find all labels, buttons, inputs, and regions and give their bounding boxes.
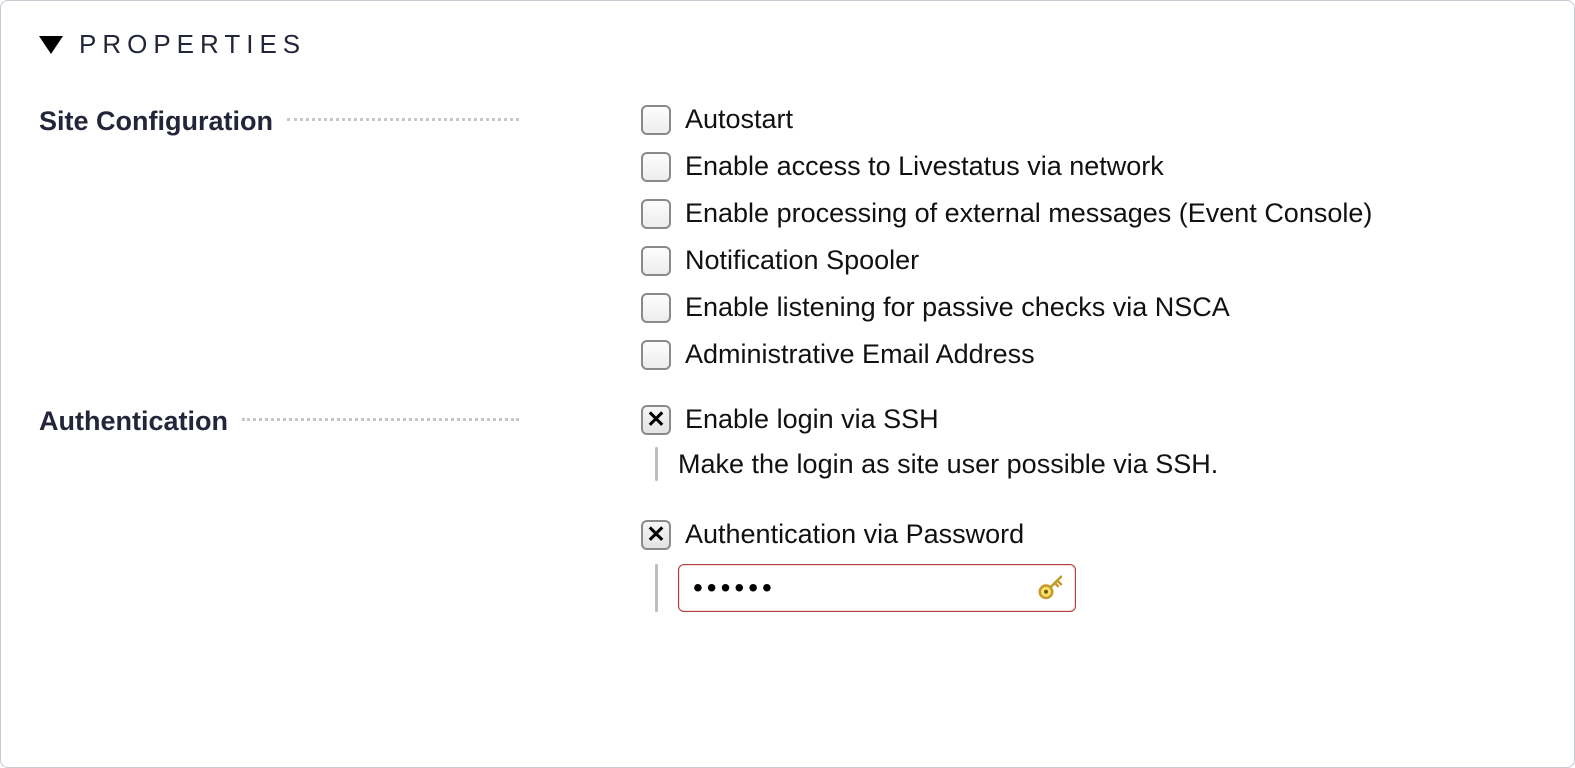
checkbox-autostart[interactable]: [641, 105, 671, 135]
option-label: Enable listening for passive checks via …: [685, 292, 1230, 323]
group-label-text: Authentication: [39, 406, 228, 437]
checkbox-event-console[interactable]: [641, 199, 671, 229]
group-label: Authentication: [39, 404, 519, 437]
password-input-line: [655, 562, 1516, 614]
option-label: Enable login via SSH: [685, 404, 939, 435]
section-header[interactable]: PROPERTIES: [39, 29, 1536, 60]
properties-panel: PROPERTIES Site Configuration Autostart …: [0, 0, 1575, 768]
checkbox-ssh-login[interactable]: ✕: [641, 405, 671, 435]
checkbox-admin-email[interactable]: [641, 340, 671, 370]
option-event-console: Enable processing of external messages (…: [641, 198, 1516, 229]
checkbox-nsca[interactable]: [641, 293, 671, 323]
x-mark-icon: ✕: [646, 523, 665, 546]
checkbox-notification-spooler[interactable]: [641, 246, 671, 276]
ssh-help-line: Make the login as site user possible via…: [655, 447, 1516, 481]
option-ssh-login: ✕ Enable login via SSH: [641, 404, 1516, 435]
dotted-leader: [287, 118, 519, 121]
option-autostart: Autostart: [641, 104, 1516, 135]
option-label: Autostart: [685, 104, 793, 135]
checkbox-auth-password[interactable]: ✕: [641, 520, 671, 550]
checkbox-livestatus[interactable]: [641, 152, 671, 182]
group-authentication: Authentication ✕ Enable login via SSH Ma…: [39, 404, 1536, 622]
section-title: PROPERTIES: [79, 29, 306, 60]
option-label: Authentication via Password: [685, 519, 1024, 550]
option-notification-spooler: Notification Spooler: [641, 245, 1516, 276]
option-label: Notification Spooler: [685, 245, 919, 276]
group-label-text: Site Configuration: [39, 106, 273, 137]
site-config-options: Autostart Enable access to Livestatus vi…: [519, 104, 1536, 370]
x-mark-icon: ✕: [646, 408, 665, 431]
option-auth-password: ✕ Authentication via Password: [641, 519, 1516, 550]
option-label: Enable access to Livestatus via network: [685, 151, 1164, 182]
group-label: Site Configuration: [39, 104, 519, 137]
collapse-triangle-icon[interactable]: [39, 36, 63, 54]
group-site-configuration: Site Configuration Autostart Enable acce…: [39, 104, 1536, 370]
option-label: Administrative Email Address: [685, 339, 1035, 370]
option-nsca: Enable listening for passive checks via …: [641, 292, 1516, 323]
option-label: Enable processing of external messages (…: [685, 198, 1372, 229]
authentication-options: ✕ Enable login via SSH Make the login as…: [519, 404, 1536, 622]
dotted-leader: [242, 418, 519, 421]
indent-bar: [655, 447, 658, 481]
ssh-help-text: Make the login as site user possible via…: [678, 449, 1218, 480]
option-admin-email: Administrative Email Address: [641, 339, 1516, 370]
indent-bar: [655, 564, 658, 612]
password-field-wrap: [678, 564, 1076, 612]
option-livestatus: Enable access to Livestatus via network: [641, 151, 1516, 182]
password-input[interactable]: [678, 564, 1076, 612]
